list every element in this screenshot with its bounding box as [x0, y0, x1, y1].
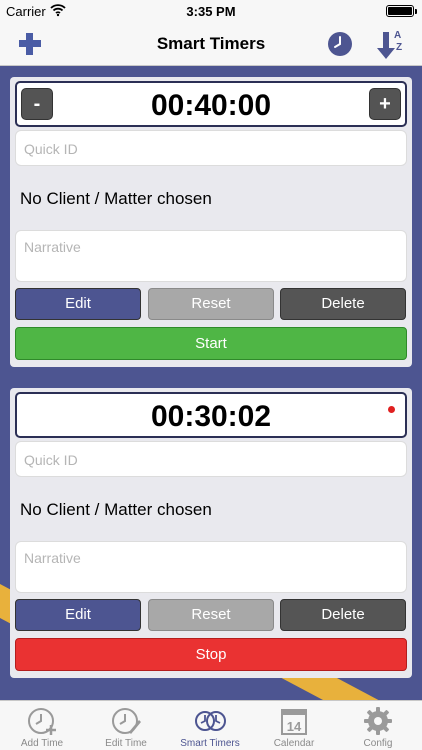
timer-display: - 00:40:00 + — [15, 81, 407, 127]
increase-time-button[interactable]: + — [369, 88, 401, 120]
edit-button[interactable]: Edit — [15, 288, 141, 320]
stop-button[interactable]: Stop — [15, 638, 407, 671]
tab-calendar[interactable]: 14 Calendar — [252, 701, 336, 750]
timer-card: 00:30:02 Quick ID No Client / Matter cho… — [10, 388, 412, 678]
smart-timers-icon — [195, 711, 226, 731]
tab-add-time[interactable]: Add Time — [0, 701, 84, 750]
tab-edit-time[interactable]: Edit Time — [84, 701, 168, 750]
narrative-input[interactable]: Narrative — [15, 230, 407, 282]
timer-time: 00:40:00 — [150, 89, 272, 122]
add-time-icon — [28, 708, 56, 735]
edit-time-icon — [112, 708, 141, 734]
narrative-input[interactable]: Narrative — [15, 541, 407, 593]
tab-bar: Add Time Edit Time Smart Timers 14 Calen… — [0, 700, 422, 750]
status-time: 3:35 PM — [186, 4, 236, 19]
tab-label: Config — [363, 738, 393, 749]
status-bar: Carrier 3:35 PM — [0, 0, 422, 22]
reset-button[interactable]: Reset — [148, 599, 274, 631]
tab-label: Smart Timers — [180, 738, 240, 749]
svg-text:Z: Z — [396, 42, 402, 53]
calendar-day: 14 — [287, 719, 302, 734]
tab-label: Add Time — [20, 738, 64, 749]
timers-list[interactable]: - 00:40:00 + Quick ID No Client / Matter… — [0, 66, 422, 700]
tab-label: Calendar — [273, 738, 315, 749]
tab-smart-timers[interactable]: Smart Timers — [168, 701, 252, 750]
delete-button[interactable]: Delete — [280, 599, 406, 631]
sort-az-icon[interactable]: A Z — [376, 26, 406, 62]
start-button[interactable]: Start — [15, 327, 407, 360]
page-title: Smart Timers — [156, 34, 266, 53]
clock-icon[interactable] — [327, 31, 353, 57]
gear-icon — [364, 707, 392, 735]
svg-text:A: A — [394, 30, 401, 41]
tab-config[interactable]: Config — [336, 701, 420, 750]
quick-id-input[interactable]: Quick ID — [15, 441, 407, 477]
timer-time: 00:30:02 — [150, 400, 272, 433]
client-matter-label[interactable]: No Client / Matter chosen — [20, 189, 212, 209]
timer-display: 00:30:02 — [15, 392, 407, 438]
delete-button[interactable]: Delete — [280, 288, 406, 320]
edit-button[interactable]: Edit — [15, 599, 141, 631]
nav-bar: Smart Timers A Z — [0, 22, 422, 66]
calendar-icon: 14 — [281, 709, 307, 735]
tab-label: Edit Time — [105, 738, 147, 749]
running-indicator-icon — [388, 406, 395, 413]
battery-icon — [386, 5, 417, 17]
client-matter-label[interactable]: No Client / Matter chosen — [20, 500, 212, 520]
quick-id-input[interactable]: Quick ID — [15, 130, 407, 166]
reset-button[interactable]: Reset — [148, 288, 274, 320]
timer-card: - 00:40:00 + Quick ID No Client / Matter… — [10, 77, 412, 367]
